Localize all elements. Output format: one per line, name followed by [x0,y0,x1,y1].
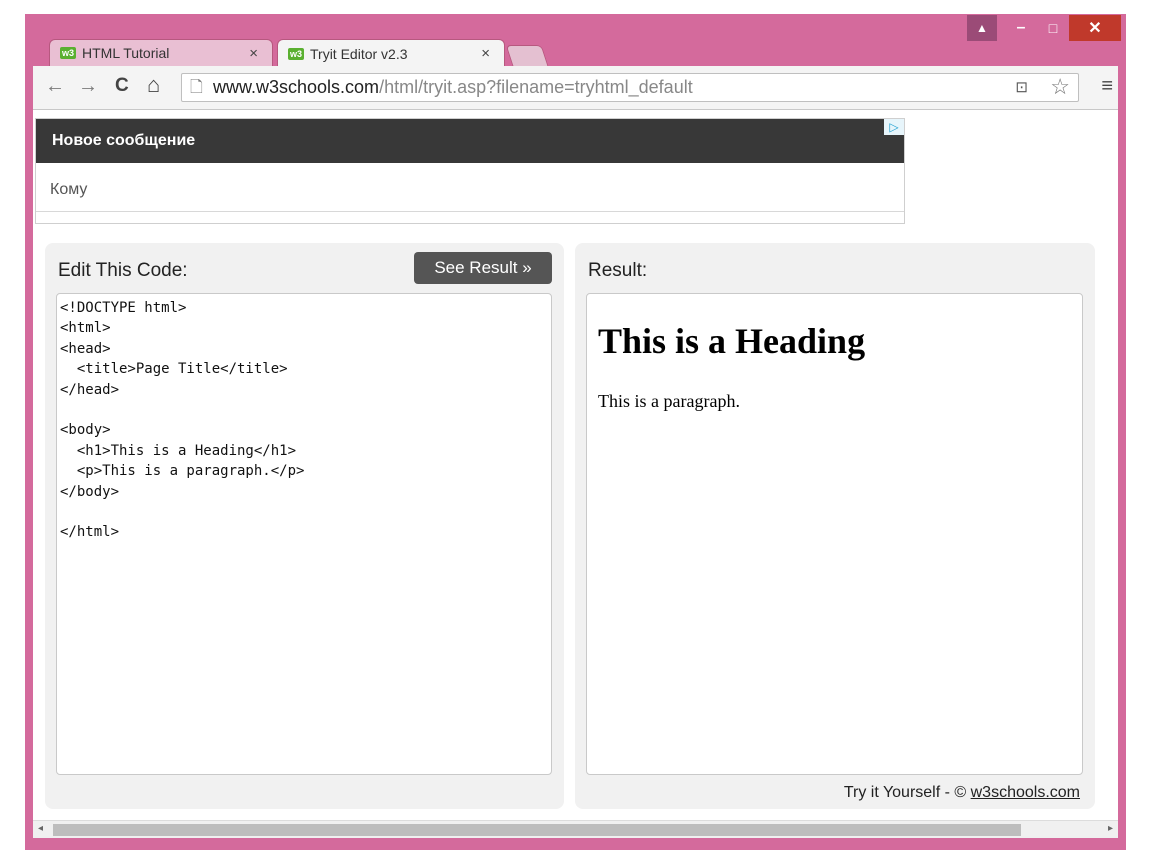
minimize-button[interactable]: – [1005,15,1037,41]
w3schools-favicon-icon: w3 [288,47,304,60]
tab-tryit-editor[interactable]: w3 Tryit Editor v2.3 × [277,39,505,67]
w3schools-link[interactable]: w3schools.com [971,784,1080,801]
tab-html-tutorial[interactable]: w3 HTML Tutorial × [49,39,273,66]
footer-credit: Try it Yourself - © w3schools.com [843,784,1080,801]
see-result-button[interactable]: See Result » [414,252,552,284]
address-bar[interactable]: 🗋 www.w3schools.com/html/tryit.asp?filen… [181,73,1079,102]
tab-label: HTML Tutorial [82,45,170,61]
tab-close-icon[interactable]: × [481,45,490,62]
browser-window: ▲ – □ ✕ w3 HTML Tutorial × w3 Tryit Edit… [25,14,1126,850]
code-editor[interactable]: <!DOCTYPE html> <html> <head> <title>Pag… [56,293,552,775]
forward-arrow-icon[interactable]: → [78,75,98,98]
page-icon: 🗋 [190,79,203,96]
ad-banner[interactable]: Новое сообщение ▷ Кому [35,118,905,224]
w3schools-favicon-icon: w3 [60,47,76,59]
back-arrow-icon[interactable]: ← [45,75,65,98]
new-tab-button[interactable] [505,45,549,66]
ad-header: Новое сообщение [36,119,904,163]
scrollbar-thumb[interactable] [53,824,1021,836]
close-window-button[interactable]: ✕ [1069,15,1121,41]
editor-title: Edit This Code: [58,260,188,281]
adchoices-icon[interactable]: ▷ [884,119,904,135]
maximize-button[interactable]: □ [1037,15,1069,41]
bookmark-star-icon[interactable]: ☆ [1050,73,1070,100]
result-frame[interactable]: This is a Heading This is a paragraph. [586,293,1083,775]
home-icon[interactable]: ⌂ [147,72,160,98]
browser-toolbar: ← → C ⌂ 🗋 www.w3schools.com/html/tryit.a… [33,66,1118,110]
result-paragraph: This is a paragraph. [598,391,740,411]
tab-close-icon[interactable]: × [249,45,258,62]
scroll-left-icon[interactable]: ◂ [38,823,43,834]
tab-label: Tryit Editor v2.3 [310,45,408,62]
menu-icon[interactable]: ≡ [1101,75,1113,98]
user-icon[interactable]: ▲ [967,15,997,41]
result-panel: Result: This is a Heading This is a para… [575,243,1095,809]
ad-to-field[interactable]: Кому [36,163,904,212]
url-text: www.w3schools.com/html/tryit.asp?filenam… [213,77,693,97]
reload-icon[interactable]: C [115,75,129,97]
scroll-right-icon[interactable]: ▸ [1108,823,1113,834]
editor-panel: Edit This Code: See Result » <!DOCTYPE h… [45,243,564,809]
page-viewport: Новое сообщение ▷ Кому Edit This Code: S… [33,110,1118,820]
translate-icon[interactable]: ⊡ [1015,74,1028,101]
result-title: Result: [588,260,648,281]
result-heading: This is a Heading [598,321,866,361]
horizontal-scrollbar[interactable]: ◂ ▸ [33,820,1118,838]
